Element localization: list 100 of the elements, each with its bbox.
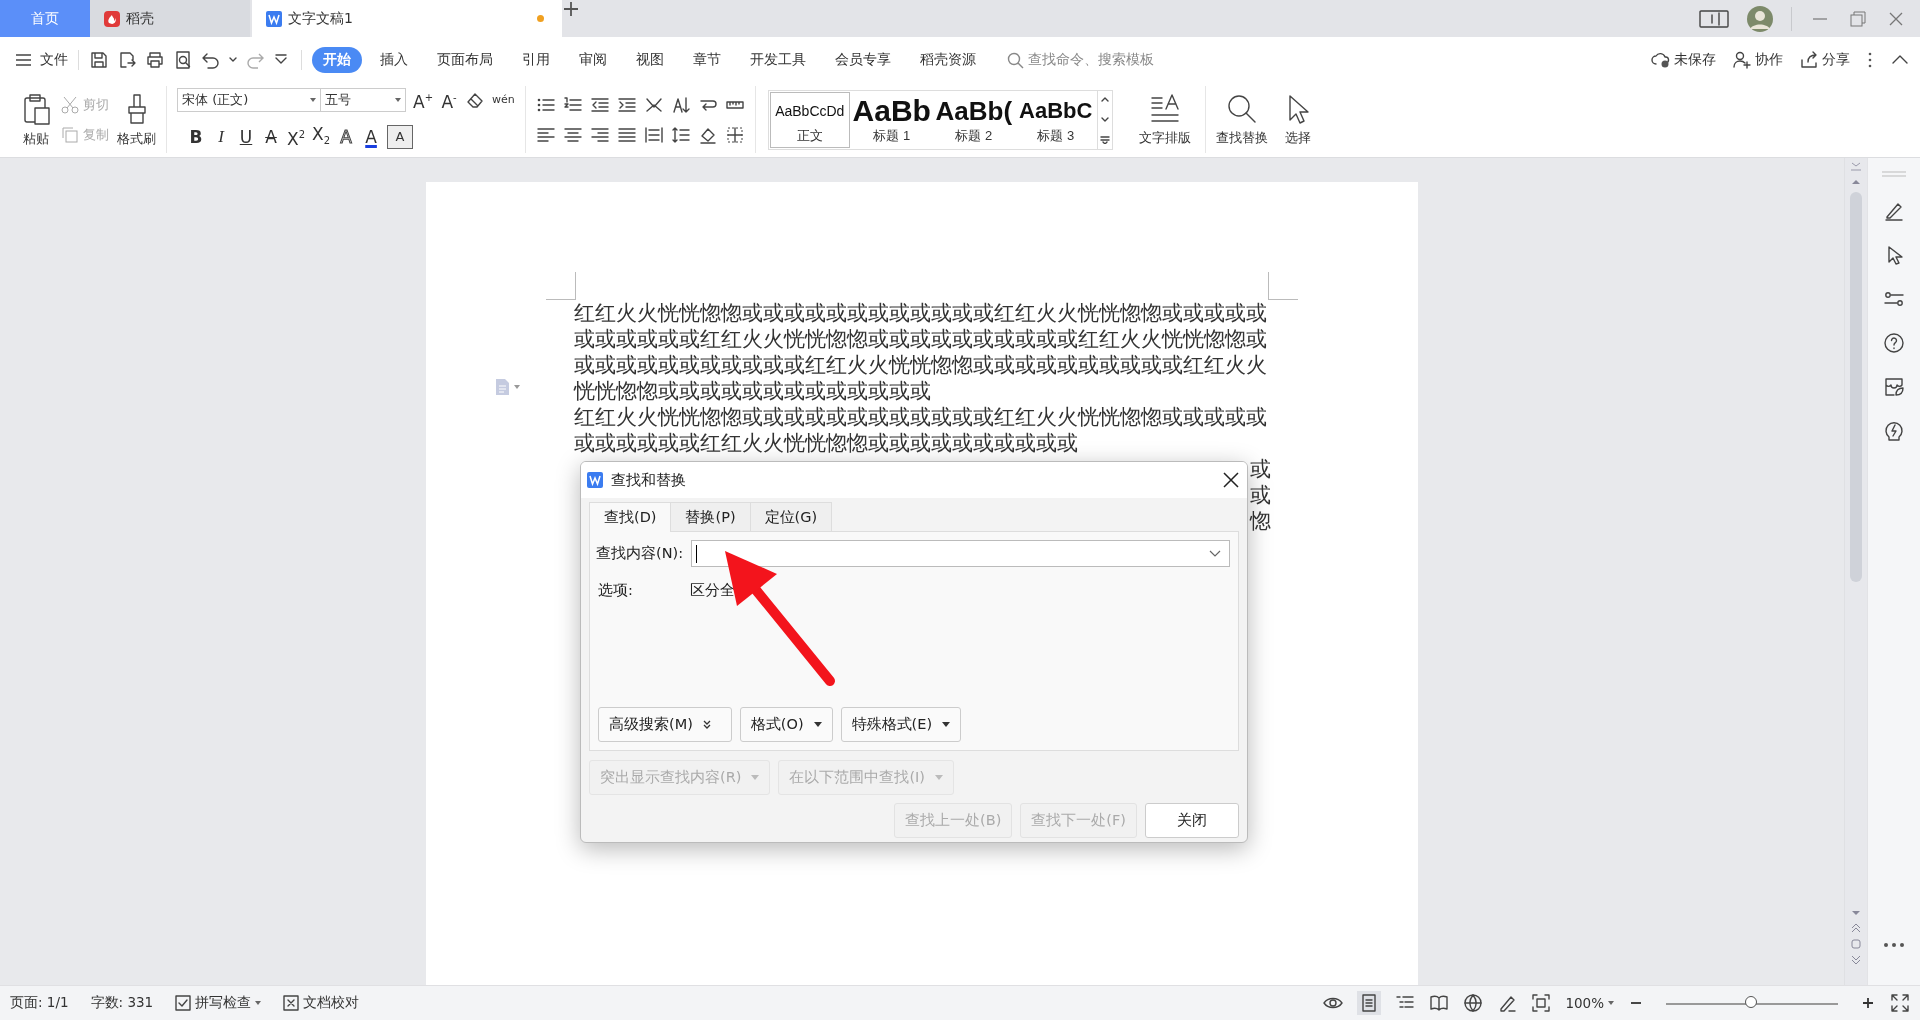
file-menu[interactable]: 文件 [14, 49, 68, 70]
avatar-icon[interactable] [1747, 5, 1773, 32]
save-icon[interactable] [89, 49, 109, 70]
cross-box-icon [283, 995, 300, 1011]
command-search-field[interactable]: 查找命令、搜索模板 [1006, 50, 1154, 69]
select-button[interactable]: 选择 [1281, 92, 1314, 147]
zoom-select[interactable]: 100% [1565, 995, 1614, 1011]
caret-icon [942, 722, 951, 727]
font-format-button[interactable]: A [362, 126, 381, 149]
more-icon[interactable] [1883, 941, 1905, 949]
ribbon-tab[interactable]: 页面布局 [426, 46, 504, 73]
page-count: 页面: 1/1 [10, 994, 69, 1012]
caret-icon[interactable] [229, 55, 237, 64]
style-preset[interactable]: AaBb 标题 1 [850, 90, 933, 149]
fit-page-icon[interactable] [1531, 993, 1552, 1013]
scroll-up-arrow-icon[interactable] [1851, 178, 1861, 186]
options-label: 选项: [597, 581, 634, 600]
print-icon[interactable] [145, 49, 165, 70]
window-layout-icon[interactable] [1699, 7, 1729, 30]
font-select[interactable]: 宋体 (正文) [177, 87, 321, 112]
font-format-button[interactable]: X$_{2}$ [312, 122, 331, 152]
drag-handle-icon[interactable] [1882, 170, 1906, 178]
caret-icon [255, 1001, 262, 1005]
people-button[interactable]: 协作 [1732, 49, 1783, 70]
dialog-tab[interactable]: 查找(D) [589, 502, 672, 532]
advanced-search-button[interactable]: 高级搜索(M) [598, 707, 732, 742]
caret-icon [395, 97, 401, 102]
font-format-button[interactable]: B [187, 126, 205, 149]
document-tab[interactable]: 文字文稿1 [252, 0, 562, 37]
share-icon [1799, 49, 1819, 70]
dialog-tab[interactable]: 定位(G) [749, 502, 833, 531]
dialog-tab[interactable]: 替换(P) [670, 502, 751, 531]
ribbon-tab[interactable]: 稻壳资源 [909, 46, 987, 73]
line-spacing-icon[interactable] [670, 124, 691, 145]
style-preset[interactable]: AaBbC 标题 3 [1014, 90, 1097, 149]
lightning-bulb-icon[interactable] [1883, 420, 1905, 442]
document-text: 或 [1249, 484, 1271, 506]
caret-icon [751, 775, 760, 780]
more-icon[interactable] [1866, 50, 1874, 69]
dropdown-button[interactable]: 特殊格式(E) [840, 707, 962, 742]
caret-icon [813, 722, 822, 727]
share-button[interactable]: 分享 [1799, 49, 1850, 70]
proofread-button[interactable]: 文档校对 [283, 994, 360, 1012]
more-styles-icon[interactable] [1099, 133, 1110, 144]
dialog-button[interactable]: 关闭 [1145, 803, 1239, 838]
ribbon-tab[interactable]: 开发工具 [739, 46, 817, 73]
scroll-down-arrow-icon[interactable] [1851, 909, 1861, 917]
font-format-button[interactable]: U [237, 126, 255, 149]
word-count[interactable]: 字数: 331 [90, 994, 154, 1012]
document-paragraph: 红红火火恍恍惚惚或或或或或或或或或或或或红红火火恍恍惚惚或或或或或或或或或或或红红火火恍恍惚惚或或或或或或或或或或 [573, 405, 1268, 456]
zoom-in-icon[interactable] [1860, 995, 1876, 1011]
reading-view-icon[interactable] [1429, 993, 1450, 1013]
ribbon-tab[interactable]: 会员专享 [824, 46, 902, 73]
ribbon-tab[interactable]: 引用 [511, 46, 561, 73]
document-paragraph: 红红火火恍恍惚惚或或或或或或或或或或或或红红火火恍恍惚惚或或或或或或或或或或或红红火火恍恍惚惚或或或或或或或或或或红红火火恍恍惚惚或或或或或或或或或或或或红红火火恍恍惚惚或或或或或或或或或或红红火火恍恍惚惚或或或或或或或或或或或或或 [573, 301, 1268, 404]
font-format-button[interactable]: X$^{2}$ [287, 124, 306, 151]
next-page-icon[interactable] [1851, 955, 1861, 965]
person-add-icon [1732, 49, 1752, 70]
distribute-icon[interactable] [643, 124, 664, 145]
export-icon[interactable] [117, 49, 137, 70]
find-input-field[interactable] [691, 540, 1230, 567]
document-tab[interactable]: 稻壳 [90, 0, 250, 37]
font-format-button[interactable]: I [212, 126, 230, 149]
spell-check-button[interactable]: 拼写检查 [175, 994, 262, 1012]
ribbon-tab[interactable]: 章节 [682, 46, 732, 73]
document-logo-icon [587, 472, 603, 488]
font-size-select[interactable]: 五号 [320, 87, 406, 112]
format-painter-button[interactable]: 格式刷 [117, 91, 156, 148]
phonetic-guide-button[interactable]: wén [492, 94, 515, 106]
find-replace-button[interactable]: 查找替换 [1215, 92, 1268, 147]
borders-icon[interactable] [724, 124, 745, 145]
ruler-toggle-icon[interactable] [1850, 162, 1862, 172]
shop-leaf-icon[interactable] [1883, 376, 1905, 398]
font-format-button[interactable]: A [262, 126, 280, 149]
print-preview-icon[interactable] [173, 49, 193, 70]
new-tab-plus-icon[interactable] [562, 0, 580, 18]
web-view-icon[interactable] [1463, 993, 1484, 1013]
ribbon-tab[interactable]: 视图 [625, 46, 675, 73]
close-icon[interactable] [1221, 470, 1241, 490]
previous-page-icon[interactable] [1851, 923, 1861, 933]
paste-button[interactable]: 粘贴 [20, 91, 52, 148]
text-layout-button[interactable]: 文字排版 [1138, 92, 1191, 147]
font-size-button[interactable]: A$^{+}$ [413, 86, 434, 113]
style-preset[interactable]: AaBbCcDd 正文 [768, 90, 851, 149]
paragraph-handle-icon[interactable] [493, 378, 511, 396]
style-preset[interactable]: AaBb( 标题 2 [932, 90, 1015, 149]
expand-icon [702, 720, 711, 729]
font-format-button[interactable]: A [337, 126, 356, 149]
ribbon-tab[interactable]: 审阅 [568, 46, 618, 73]
ribbon-tab[interactable]: 插入 [369, 46, 419, 73]
fullscreen-icon[interactable] [1890, 993, 1910, 1013]
font-size-button[interactable]: A$^{-}$ [440, 86, 459, 113]
help-icon[interactable] [1883, 332, 1905, 354]
sort-icon[interactable] [670, 94, 691, 115]
scrollbar-thumb[interactable] [1850, 192, 1862, 582]
font-format-button[interactable]: A [387, 125, 414, 150]
cloud-button[interactable]: 未保存 [1651, 49, 1716, 70]
dropdown-button[interactable]: 格式(O) [739, 707, 833, 742]
copy-icon [60, 124, 80, 145]
text-layout-icon [1148, 92, 1181, 125]
